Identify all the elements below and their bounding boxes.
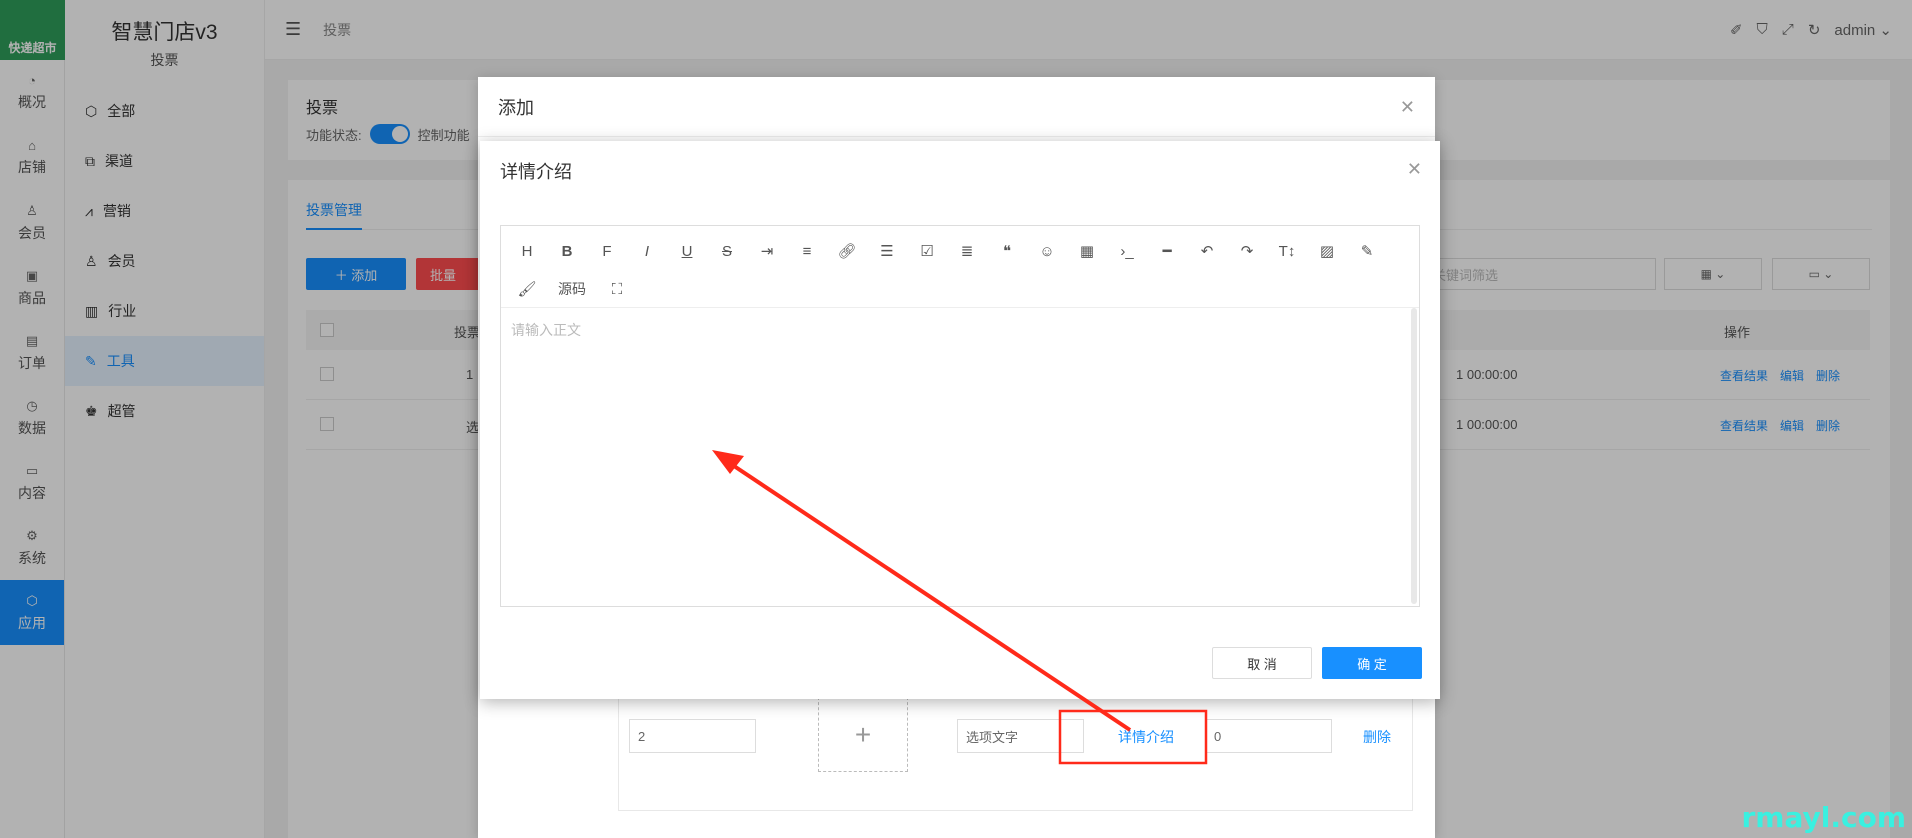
undo-icon[interactable]: ↶ <box>1187 232 1227 270</box>
editor-toolbar: H B F I U S ⇥ ≡ 🔗︎ ☰ ☑ ≣ ❝ ☺ ▦ ›_ ━ ↶ ↷ … <box>501 226 1419 308</box>
underline-icon[interactable]: U <box>667 232 707 270</box>
indent-icon[interactable]: ⇥ <box>747 232 787 270</box>
option-order-input[interactable]: 2 <box>629 719 756 753</box>
detail-intro-link[interactable]: 详情介绍 <box>1118 727 1174 747</box>
vote-count-input[interactable]: 0 <box>1205 719 1332 753</box>
divider-icon[interactable]: ━ <box>1147 232 1187 270</box>
quote-icon[interactable]: ❝ <box>987 232 1027 270</box>
cancel-button[interactable]: 取 消 <box>1212 647 1312 679</box>
bold-icon[interactable]: B <box>547 232 587 270</box>
emoji-icon[interactable]: ☺ <box>1027 232 1067 270</box>
watermark: rmayl.com <box>1741 801 1906 834</box>
editor-placeholder: 请输入正文 <box>511 322 581 338</box>
fullscreen-icon[interactable]: ⛶ <box>597 270 637 308</box>
source-code-button[interactable]: 源码 <box>547 270 597 308</box>
close-icon[interactable]: ✕ <box>1400 97 1415 118</box>
confirm-button[interactable]: 确 定 <box>1322 647 1422 679</box>
link-icon[interactable]: 🔗︎ <box>827 232 867 270</box>
plus-icon: + <box>854 718 872 750</box>
eraser-icon[interactable]: ✎ <box>1347 232 1387 270</box>
heading-icon[interactable]: H <box>507 232 547 270</box>
editor-scrollbar[interactable] <box>1411 308 1417 604</box>
detail-modal: 详情介绍 ✕ H B F I U S ⇥ ≡ 🔗︎ ☰ ☑ ≣ ❝ ☺ ▦ ›_… <box>480 141 1440 699</box>
detail-modal-title: 详情介绍 <box>500 162 572 182</box>
table-icon[interactable]: ▦ <box>1067 232 1107 270</box>
align-icon[interactable]: ≣ <box>947 232 987 270</box>
font-icon[interactable]: F <box>587 232 627 270</box>
code-icon[interactable]: ›_ <box>1107 232 1147 270</box>
strikethrough-icon[interactable]: S <box>707 232 747 270</box>
add-modal-title: 添加 <box>498 97 534 118</box>
close-icon[interactable]: ✕ <box>1407 159 1422 180</box>
brush-icon[interactable]: 🖌︎ <box>507 270 547 308</box>
italic-icon[interactable]: I <box>627 232 667 270</box>
option-text-input[interactable]: 选项文字 <box>957 719 1084 753</box>
rich-text-editor: H B F I U S ⇥ ≡ 🔗︎ ☰ ☑ ≣ ❝ ☺ ▦ ›_ ━ ↶ ↷ … <box>500 225 1420 607</box>
font-size-icon[interactable]: T↕ <box>1267 232 1307 270</box>
todo-icon[interactable]: ☑ <box>907 232 947 270</box>
image-upload[interactable]: + <box>818 697 908 772</box>
redo-icon[interactable]: ↷ <box>1227 232 1267 270</box>
list-icon[interactable]: ☰ <box>867 232 907 270</box>
image-icon[interactable]: ▨ <box>1307 232 1347 270</box>
option-delete-link[interactable]: 删除 <box>1363 727 1391 747</box>
line-height-icon[interactable]: ≡ <box>787 232 827 270</box>
editor-body[interactable]: 请输入正文 <box>501 308 1419 606</box>
